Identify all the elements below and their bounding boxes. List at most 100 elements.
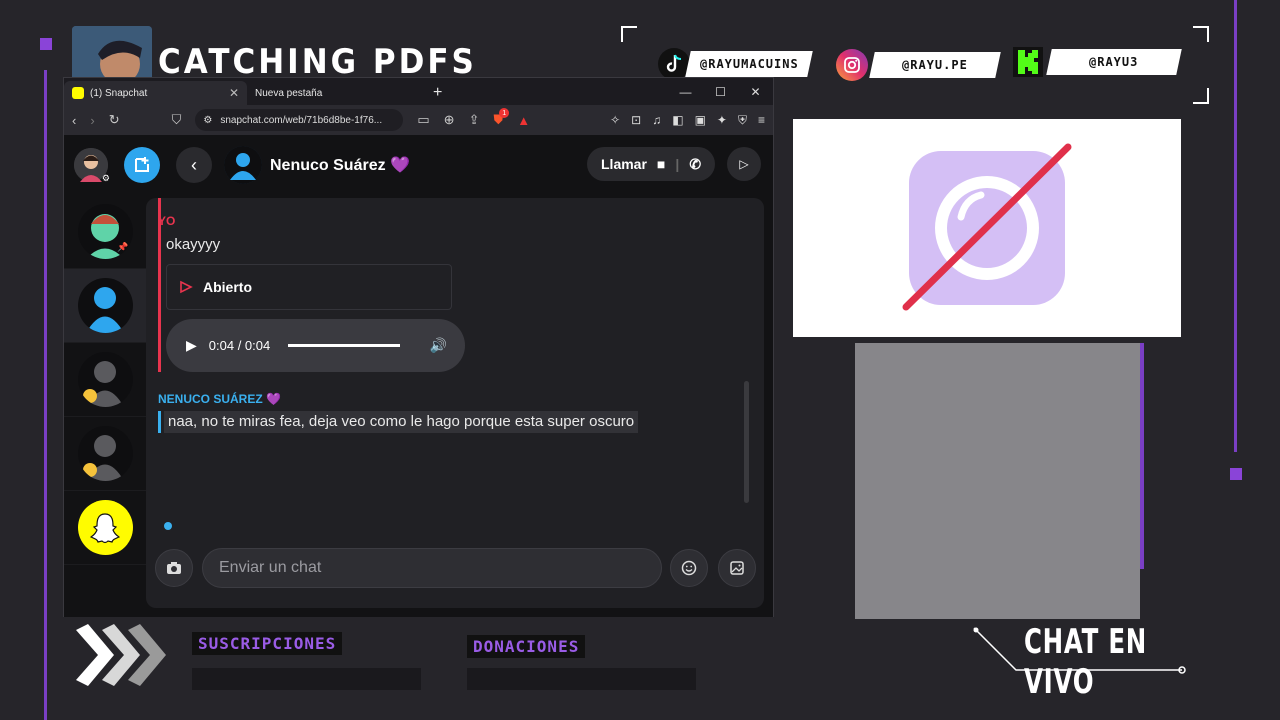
overlay-square-right (1230, 468, 1242, 480)
corner-bracket-br (1193, 88, 1209, 104)
conversation-item[interactable] (64, 417, 146, 491)
conversation-item-active[interactable] (64, 269, 146, 343)
maximize-button[interactable]: ☐ (703, 78, 738, 105)
bookmark-icon[interactable]: ⛉ (172, 112, 182, 128)
audio-player: ▶ 0:04 / 0:04 🔊 (166, 319, 465, 372)
call-label[interactable]: Llamar (601, 156, 647, 172)
conversation-item[interactable]: 📌 (64, 195, 146, 269)
tab-close-icon[interactable]: ✕ (229, 86, 239, 100)
audio-time: 0:04 / 0:04 (208, 338, 271, 353)
video-call-icon[interactable]: ■ (657, 156, 665, 172)
reload-icon[interactable]: ↻ (109, 112, 120, 128)
donations-bar (467, 668, 696, 690)
subscriptions-label: SUSCRIPCIONES (192, 632, 343, 655)
menu-icon[interactable]: ≡ (758, 113, 765, 128)
chat-scrollbar[interactable] (744, 381, 749, 503)
social-instagram-handle: @RAYU.PE (902, 58, 968, 72)
chevron-left-icon: ‹ (191, 154, 197, 175)
chat-area: YO okayyyy Abierto ▶ 0:04 / 0:04 🔊 NENUC… (146, 198, 764, 608)
message-text[interactable]: naa, no te miras fea, deja veo como le h… (164, 411, 639, 433)
social-instagram[interactable]: @RAYU.PE (836, 49, 1001, 81)
settings-gear-icon[interactable]: ⚙ (102, 173, 110, 184)
tab-bar: (1) Snapchat ✕ Nueva pestaña + — ☐ ✕ (64, 78, 773, 105)
opened-status: Abierto (166, 264, 452, 310)
chevrons-decoration-icon (76, 624, 166, 686)
sender-label-friend: NENUCO SUÁREZ 💜 (158, 392, 281, 406)
snapchat-ghost-icon (89, 512, 121, 543)
message-text[interactable]: okayyyy (166, 236, 220, 253)
camera-icon (167, 562, 181, 574)
camera-off-panel (793, 119, 1181, 337)
conversation-item[interactable] (64, 491, 146, 565)
back-icon[interactable]: ‹ (72, 113, 76, 128)
social-kick[interactable]: @RAYU3 (1013, 47, 1182, 77)
tab-new-title: Nueva pestaña (255, 87, 323, 99)
social-kick-handle: @RAYU3 (1089, 55, 1139, 69)
send-snap-button[interactable]: ▷ (727, 147, 761, 181)
contact-avatar-sidebar (77, 278, 133, 333)
cast-icon[interactable]: ▭ (417, 112, 429, 128)
minimize-button[interactable]: — (668, 78, 703, 105)
snapchat-app: ⚙ ‹ Nenuco Suárez 💜 Llamar ■ | ✆ ▷ 📌 YO … (64, 135, 773, 617)
audio-progress-track[interactable] (288, 344, 401, 347)
url-field[interactable]: ⚙ snapchat.com/web/71b6d8be-1f76... (195, 109, 404, 131)
opened-label: Abierto (203, 279, 252, 295)
team-snapchat-avatar (77, 500, 133, 555)
instagram-icon (836, 49, 868, 81)
subscriptions-bar (192, 668, 421, 690)
media-icon[interactable]: ♫ (652, 113, 661, 128)
volume-icon[interactable]: 🔊 (430, 337, 447, 354)
conversation-sidebar: 📌 (64, 195, 146, 565)
brave-shield-icon[interactable]: ⛊ 1 (493, 108, 510, 128)
conversation-item[interactable] (64, 343, 146, 417)
screenshot-icon[interactable]: ⊡ (631, 113, 641, 128)
tab-new[interactable]: Nueva pestaña (247, 81, 427, 105)
pin-icon: 📌 (117, 242, 129, 252)
chat-input[interactable]: Enviar un chat (202, 548, 662, 588)
gallery-button[interactable] (718, 549, 756, 587)
chat-input-placeholder: Enviar un chat (219, 559, 322, 576)
share-icon[interactable]: ⇪ (469, 112, 480, 128)
phone-icon[interactable]: ✆ (689, 156, 701, 173)
sender-label-me: YO (158, 214, 176, 228)
camera-button[interactable] (155, 549, 193, 587)
overlay-left-line (44, 70, 47, 720)
gallery-icon (730, 561, 744, 575)
corner-bracket-tr (1193, 26, 1209, 42)
overlay-title: CATCHING PDFS (158, 42, 477, 82)
play-icon: ▷ (739, 157, 749, 171)
forward-icon[interactable]: › (90, 113, 94, 128)
emoji-button[interactable] (670, 549, 708, 587)
wallet-icon[interactable]: ▣ (695, 113, 706, 128)
close-window-button[interactable]: ✕ (738, 78, 773, 105)
grey-placeholder-panel (855, 343, 1140, 619)
zoom-icon[interactable]: ⊕ (444, 112, 455, 128)
typing-indicator-dot (164, 522, 172, 530)
friend-message-bar (158, 411, 161, 433)
social-tiktok-handle: @RAYUMACUINS (699, 57, 799, 71)
new-tab-button[interactable]: + (427, 81, 448, 105)
contact-avatar[interactable] (224, 146, 262, 184)
back-button[interactable]: ‹ (176, 147, 212, 183)
sidebar-icon[interactable]: ◧ (672, 113, 683, 128)
tab-snapchat[interactable]: (1) Snapchat ✕ (64, 81, 247, 105)
contact-name[interactable]: Nenuco Suárez 💜 (270, 155, 410, 175)
leo-icon[interactable]: ✦ (717, 113, 727, 128)
default-avatar (77, 426, 133, 481)
play-audio-icon[interactable]: ▶ (186, 337, 197, 354)
rewards-icon[interactable]: ▲ (517, 113, 530, 128)
vpn-icon[interactable]: ⛨ (738, 113, 747, 128)
opened-arrow-icon (180, 280, 193, 294)
extensions-icon[interactable]: ✧ (610, 113, 620, 128)
camera-off-icon (902, 143, 1072, 311)
social-tiktok[interactable]: @RAYUMACUINS (658, 48, 813, 80)
new-chat-button[interactable] (124, 147, 160, 183)
profile-avatar[interactable]: ⚙ (74, 148, 110, 184)
audio-progress-fill (288, 344, 401, 347)
overlay-right-line (1234, 0, 1237, 452)
site-settings-icon[interactable]: ⚙ (203, 115, 212, 126)
chat-header: ⚙ ‹ Nenuco Suárez 💜 Llamar ■ | ✆ ▷ (64, 135, 773, 195)
address-bar: ‹ › ↻ ⛉ ⚙ snapchat.com/web/71b6d8be-1f76… (64, 105, 773, 135)
emoji-icon (681, 560, 697, 576)
bitmoji-avatar: 📌 (77, 204, 133, 259)
